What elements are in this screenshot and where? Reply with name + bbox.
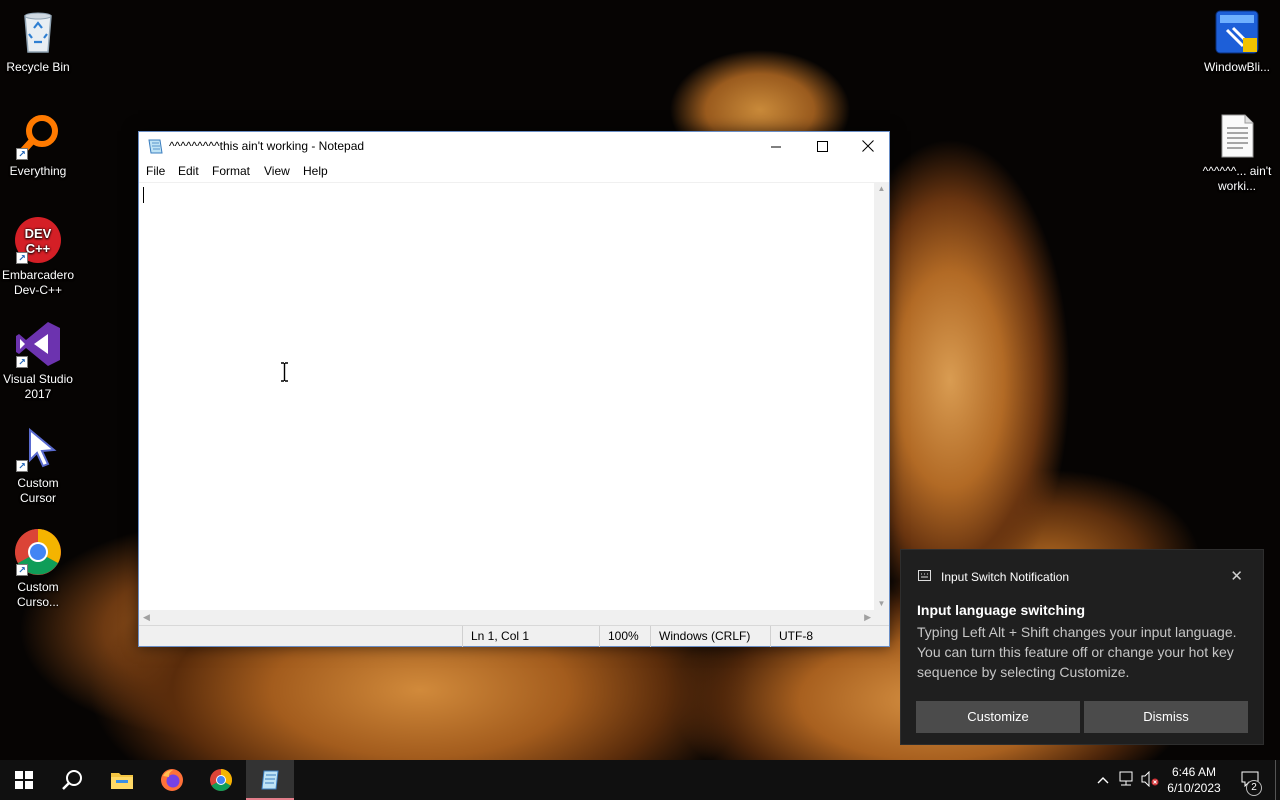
status-zoom: 100%	[599, 626, 650, 647]
taskbar: 6:46 AM 6/10/2023 2	[0, 760, 1280, 800]
shortcut-arrow-icon: ↗	[16, 564, 28, 576]
scroll-right-icon[interactable]: ▶	[864, 612, 871, 623]
title-bar[interactable]: ^^^^^^^^^this ain't working - Notepad	[139, 132, 889, 161]
dev-cpp-icon: DEV C++ ↗	[14, 216, 62, 264]
customize-button[interactable]: Customize	[916, 701, 1080, 733]
close-icon	[862, 139, 874, 155]
desktop-icon-custom-curso-chrome[interactable]: ↗ Custom Curso...	[0, 528, 76, 610]
desktop-icon-visual-studio[interactable]: ↗ Visual Studio 2017	[0, 320, 76, 402]
menu-edit[interactable]: Edit	[178, 164, 199, 178]
scroll-up-icon[interactable]: ▲	[874, 184, 889, 193]
show-hidden-icons-button[interactable]	[1094, 760, 1112, 800]
text-document-icon	[1213, 112, 1261, 160]
close-icon[interactable]: ✕	[1230, 567, 1243, 585]
status-line-ending: Windows (CRLF)	[650, 626, 770, 647]
volume-muted-icon	[1141, 770, 1159, 790]
desktop-icon-dev-cpp[interactable]: DEV C++ ↗ Embarcadero Dev-C++	[0, 216, 76, 298]
chrome-icon: ↗	[14, 528, 62, 576]
desktop-icon-label: Visual Studio 2017	[3, 372, 73, 401]
menu-help[interactable]: Help	[303, 164, 328, 178]
close-button[interactable]	[845, 132, 891, 161]
recycle-bin-icon	[14, 8, 62, 56]
scroll-down-icon[interactable]: ▼	[874, 599, 889, 608]
maximize-icon	[816, 139, 828, 155]
desktop-icon-label: Recycle Bin	[6, 60, 70, 74]
minimize-button[interactable]	[753, 132, 799, 161]
text-caret	[143, 187, 144, 203]
search-button[interactable]	[48, 760, 96, 800]
menu-bar: File Edit Format View Help	[139, 161, 889, 182]
svg-text:C++: C++	[26, 241, 51, 256]
keyboard-icon	[918, 570, 931, 581]
clock-time: 6:46 AM	[1171, 765, 1217, 779]
svg-text:DEV: DEV	[25, 226, 52, 241]
notification-heading: Input language switching	[917, 602, 1085, 618]
desktop-icon-text-file[interactable]: ^^^^^^... ain't worki...	[1199, 112, 1275, 194]
notification-app-name: Input Switch Notification	[941, 570, 1070, 584]
show-desktop-button[interactable]	[1275, 760, 1280, 800]
shortcut-arrow-icon: ↗	[16, 460, 28, 472]
shortcut-arrow-icon: ↗	[16, 252, 28, 264]
desktop-icon-windowblinds[interactable]: WindowBli...	[1199, 8, 1275, 75]
chevron-up-icon	[1097, 773, 1109, 787]
desktop-icon-label: Everything	[9, 164, 67, 178]
menu-file[interactable]: File	[146, 164, 165, 178]
network-icon	[1117, 771, 1135, 790]
taskbar-firefox[interactable]	[148, 760, 196, 800]
desktop-icon-everything[interactable]: ↗ Everything	[0, 112, 76, 179]
dismiss-button[interactable]: Dismiss	[1084, 701, 1248, 733]
status-encoding: UTF-8	[770, 626, 874, 647]
maximize-button[interactable]	[799, 132, 845, 161]
notification-count-badge: 2	[1246, 780, 1262, 796]
desktop-icon-custom-cursor[interactable]: ↗ Custom Cursor	[0, 424, 76, 506]
vertical-scrollbar[interactable]: ▲ ▼	[874, 182, 889, 610]
start-button[interactable]	[0, 760, 48, 800]
menu-view[interactable]: View	[264, 164, 290, 178]
clock-date: 6/10/2023	[1167, 781, 1221, 795]
window-title: ^^^^^^^^^this ain't working - Notepad	[169, 139, 365, 153]
custom-cursor-icon: ↗	[14, 424, 62, 472]
desktop-icon-label: Embarcadero Dev-C++	[1, 268, 75, 297]
chrome-icon	[210, 769, 232, 791]
status-cursor-position: Ln 1, Col 1	[462, 626, 599, 647]
scrollbar-corner	[874, 610, 889, 625]
search-icon	[62, 770, 82, 790]
status-bar: Ln 1, Col 1 100% Windows (CRLF) UTF-8	[139, 625, 889, 647]
ibeam-cursor-icon	[281, 362, 288, 382]
windowblinds-icon	[1213, 8, 1261, 56]
volume-button[interactable]	[1140, 760, 1160, 800]
taskbar-chrome[interactable]	[197, 760, 245, 800]
horizontal-scrollbar[interactable]: ◀ ▶	[139, 610, 875, 625]
menu-format[interactable]: Format	[212, 164, 250, 178]
file-explorer-icon	[111, 773, 133, 789]
text-editor[interactable]	[139, 182, 875, 610]
desktop-icon-label: Custom Cursor	[17, 476, 59, 505]
desktop-icon-label: ^^^^^^... ain't worki...	[1202, 164, 1272, 193]
taskbar-notepad[interactable]	[246, 760, 294, 800]
notification-body: Typing Left Alt + Shift changes your inp…	[917, 624, 1237, 680]
firefox-icon	[161, 769, 183, 791]
shortcut-arrow-icon: ↗	[16, 356, 28, 368]
taskbar-file-explorer[interactable]	[98, 760, 146, 800]
desktop-icon-recycle-bin[interactable]: Recycle Bin	[0, 8, 76, 75]
notepad-icon	[261, 770, 279, 790]
minimize-icon	[770, 139, 782, 155]
network-button[interactable]	[1116, 760, 1136, 800]
scroll-left-icon[interactable]: ◀	[143, 612, 150, 623]
everything-search-icon: ↗	[14, 112, 62, 160]
desktop-icon-label: Custom Curso...	[16, 580, 59, 609]
notepad-app-icon	[148, 139, 163, 154]
visual-studio-icon: ↗	[14, 320, 62, 368]
clock[interactable]: 6:46 AM 6/10/2023	[1164, 764, 1224, 796]
input-switch-notification[interactable]: Input Switch Notification ✕ Input langua…	[900, 549, 1264, 745]
notepad-window[interactable]: ^^^^^^^^^this ain't working - Notepad Fi…	[138, 131, 890, 647]
shortcut-arrow-icon: ↗	[16, 148, 28, 160]
desktop-icon-label: WindowBli...	[1203, 60, 1271, 74]
start-icon	[15, 771, 33, 789]
